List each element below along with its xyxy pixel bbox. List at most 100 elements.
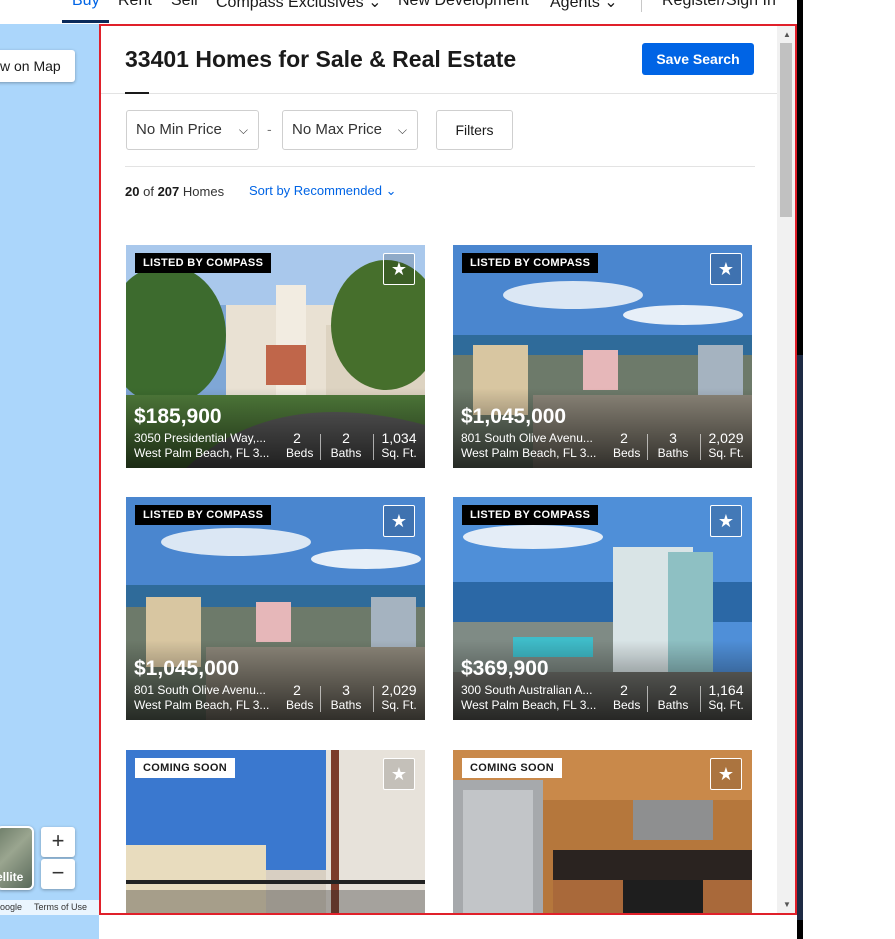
results-count: 20 of 207 Homes (125, 184, 224, 199)
listings-panel: 33401 Homes for Sale & Real Estate Save … (99, 24, 797, 915)
map-area[interactable]: w on Map ellite + − oogle Terms of Use (0, 24, 99, 939)
listing-address-line2: West Palm Beach, FL 3... (134, 446, 270, 460)
results-unit: Homes (182, 184, 225, 199)
beds-label: Beds (613, 698, 641, 712)
listing-address-line2: West Palm Beach, FL 3... (461, 698, 597, 712)
price-separator: - (267, 121, 272, 137)
stat-divider (373, 686, 374, 712)
sort-dropdown[interactable]: Sort by Recommended ⌄ (249, 183, 396, 199)
stat-divider (320, 686, 321, 712)
nav-sell[interactable]: Sell (171, 0, 198, 10)
baths-label: Baths (657, 446, 689, 460)
baths-value: 2 (342, 430, 350, 446)
save-search-button[interactable]: Save Search (642, 43, 754, 75)
listing-price: $1,045,000 (134, 657, 240, 680)
listing-address: 3050 Presidential Way,... West Palm Beac… (134, 431, 272, 461)
terms-of-use-link[interactable]: Terms of Use (34, 900, 87, 915)
beds-value: 2 (293, 682, 301, 698)
listing-card[interactable]: COMING SOON ★ (453, 750, 752, 913)
sqft-value: 2,029 (381, 682, 417, 698)
star-icon[interactable]: ★ (710, 758, 742, 790)
listing-price: $1,045,000 (461, 405, 567, 428)
beds-label: Beds (286, 698, 314, 712)
listing-badge: LISTED BY COMPASS (462, 505, 599, 525)
min-price-select[interactable]: No Min Price ⌵ (126, 110, 259, 150)
chevron-down-icon: ⌄ (385, 183, 397, 198)
nav-rent[interactable]: Rent (118, 0, 152, 10)
min-price-value: No Min Price (136, 121, 222, 138)
beds-value: 2 (620, 682, 628, 698)
filters-button[interactable]: Filters (436, 110, 513, 150)
listing-beds: 2 Beds (286, 431, 314, 461)
map-footer: oogle Terms of Use (0, 900, 99, 915)
listing-card[interactable]: LISTED BY COMPASS ★ $185,900 3050 Presid… (126, 245, 425, 468)
nav-divider (641, 0, 642, 12)
beds-value: 2 (620, 430, 628, 446)
listing-address-line1: 801 South Olive Avenu... (461, 431, 593, 445)
stat-divider (320, 434, 321, 460)
top-nav: Buy Rent Sell Compass Exclusives ⌄ New D… (0, 0, 797, 24)
nav-new-development[interactable]: New Development (398, 0, 529, 10)
view-on-map-button[interactable]: w on Map (0, 50, 75, 82)
nav-compass-exclusives[interactable]: Compass Exclusives ⌄ (216, 0, 381, 12)
star-icon[interactable]: ★ (383, 758, 415, 790)
listing-sqft: 1,034 Sq. Ft. (379, 431, 419, 461)
listing-badge: COMING SOON (135, 758, 235, 778)
title-underline (125, 92, 149, 94)
stat-divider (647, 434, 648, 460)
listing-price: $369,900 (461, 657, 549, 680)
scrollbar-thumb[interactable] (780, 43, 792, 217)
scroll-down-arrow-icon[interactable]: ▼ (783, 900, 791, 909)
right-edge-strip-lower (797, 355, 803, 920)
listing-address-line2: West Palm Beach, FL 3... (134, 698, 270, 712)
baths-value: 3 (669, 430, 677, 446)
sqft-label: Sq. Ft. (381, 446, 417, 460)
baths-label: Baths (657, 698, 689, 712)
nav-agents[interactable]: Agents ⌄ (550, 0, 618, 12)
listing-baths: 3 Baths (655, 431, 691, 461)
star-icon[interactable]: ★ (710, 253, 742, 285)
nav-register-sign-in[interactable]: Register/Sign In (662, 0, 776, 10)
listing-beds: 2 Beds (613, 430, 640, 461)
sqft-value: 1,164 (708, 682, 744, 698)
baths-value: 2 (669, 682, 677, 698)
panel-scrollbar[interactable]: ▲ ▼ (777, 26, 795, 913)
baths-value: 3 (342, 682, 350, 698)
page-title: 33401 Homes for Sale & Real Estate (125, 46, 517, 72)
max-price-select[interactable]: No Max Price ⌵ (282, 110, 418, 150)
listing-card[interactable]: LISTED BY COMPASS ★ $1,045,000 801 South… (126, 497, 425, 720)
baths-label: Baths (330, 698, 362, 712)
star-icon[interactable]: ★ (383, 253, 415, 285)
listing-badge: LISTED BY COMPASS (462, 253, 599, 273)
listing-card[interactable]: COMING SOON ★ (126, 750, 425, 913)
listing-address-line1: 801 South Olive Avenu... (134, 683, 266, 697)
listing-badge: COMING SOON (462, 758, 562, 778)
listing-card[interactable]: LISTED BY COMPASS ★ $369,900 300 South A… (453, 497, 752, 720)
star-icon[interactable]: ★ (710, 505, 742, 537)
beds-label: Beds (286, 446, 314, 460)
chevron-down-icon: ⌵ (238, 123, 248, 137)
baths-label: Baths (330, 446, 362, 460)
scroll-up-arrow-icon[interactable]: ▲ (783, 30, 791, 39)
sqft-label: Sq. Ft. (381, 698, 417, 712)
results-shown: 20 (125, 184, 140, 199)
star-icon[interactable]: ★ (383, 505, 415, 537)
results-total: 207 (157, 184, 180, 199)
nav-compass-exclusives-label: Compass Exclusives (216, 0, 364, 11)
listing-baths: 3 Baths (328, 683, 364, 713)
listing-sqft: 1,164 Sq. Ft. (706, 683, 746, 713)
satellite-label: ellite (0, 870, 24, 884)
nav-buy[interactable]: Buy (72, 0, 100, 10)
listing-card[interactable]: LISTED BY COMPASS ★ $1,045,000 801 South… (453, 245, 752, 468)
listing-sqft: 2,029 Sq. Ft. (706, 431, 746, 461)
listing-beds: 2 Beds (613, 682, 641, 713)
satellite-toggle[interactable]: ellite (0, 826, 34, 890)
chevron-down-icon: ⌄ (604, 0, 618, 11)
chevron-down-icon: ⌄ (368, 0, 382, 11)
listing-address-line2: West Palm Beach, FL 3... (461, 446, 597, 460)
zoom-out-button[interactable]: − (41, 859, 75, 889)
results-of: of (143, 184, 154, 199)
chevron-down-icon: ⌵ (397, 123, 407, 137)
listing-address: 801 South Olive Avenu... West Palm Beach… (461, 431, 599, 461)
zoom-in-button[interactable]: + (41, 827, 75, 857)
